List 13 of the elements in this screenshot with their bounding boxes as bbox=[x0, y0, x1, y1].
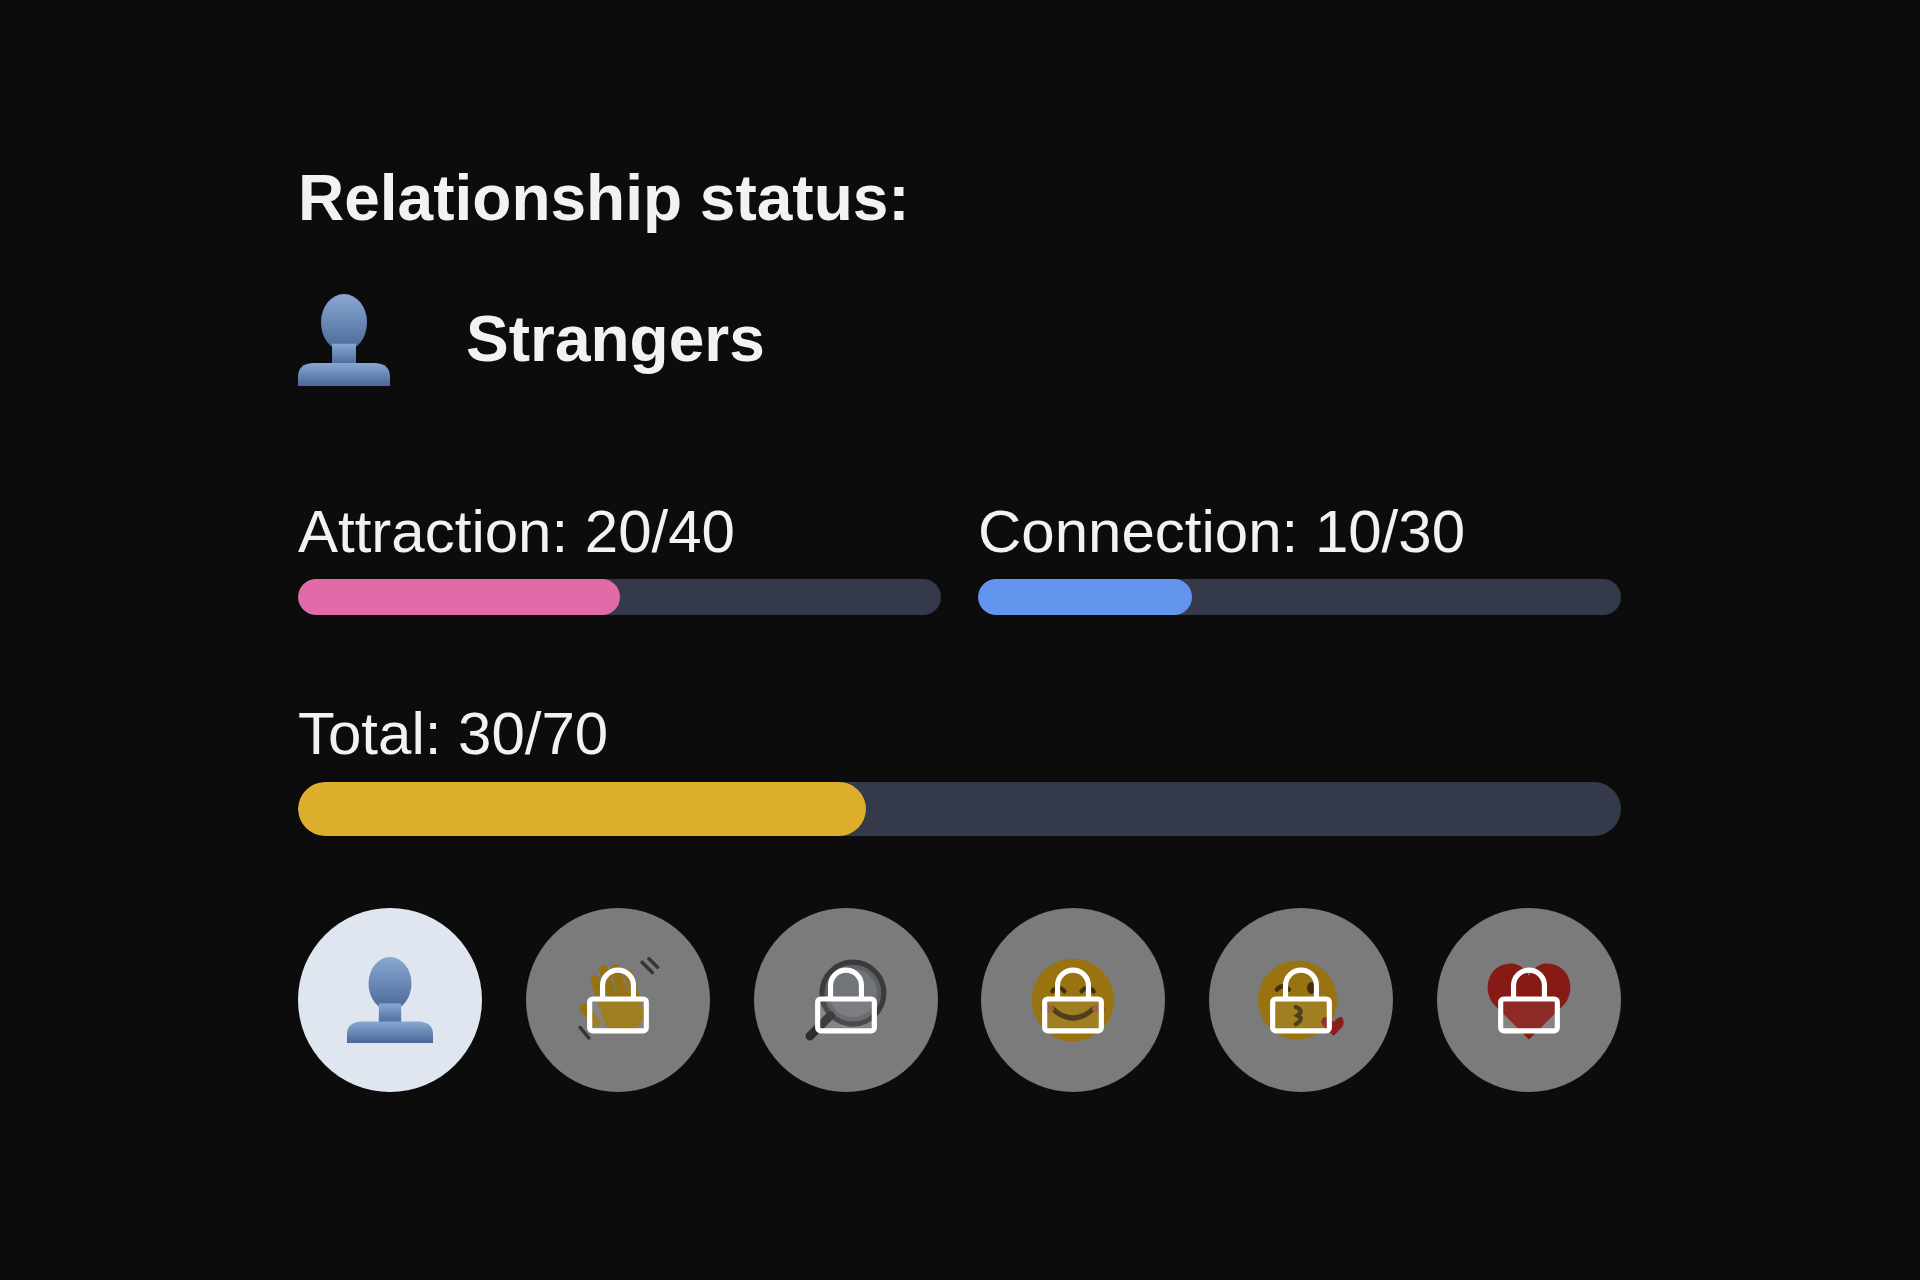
person-silhouette-icon bbox=[298, 293, 390, 386]
padlock-icon bbox=[586, 965, 649, 1034]
status-label: Strangers bbox=[466, 302, 765, 377]
padlock-icon bbox=[814, 965, 877, 1034]
padlock-icon bbox=[1270, 965, 1333, 1034]
status-heading: Relationship status: bbox=[298, 162, 910, 236]
meter-label: Attraction: 20/40 bbox=[298, 496, 735, 566]
padlock-icon bbox=[1042, 965, 1105, 1034]
person-silhouette-icon bbox=[347, 956, 433, 1043]
total-label: Total: 30/70 bbox=[298, 698, 609, 768]
padlock-icon bbox=[1498, 965, 1560, 1034]
smiling-face-icon bbox=[1030, 956, 1117, 1043]
meter-label: Connection: 10/30 bbox=[978, 496, 1466, 566]
